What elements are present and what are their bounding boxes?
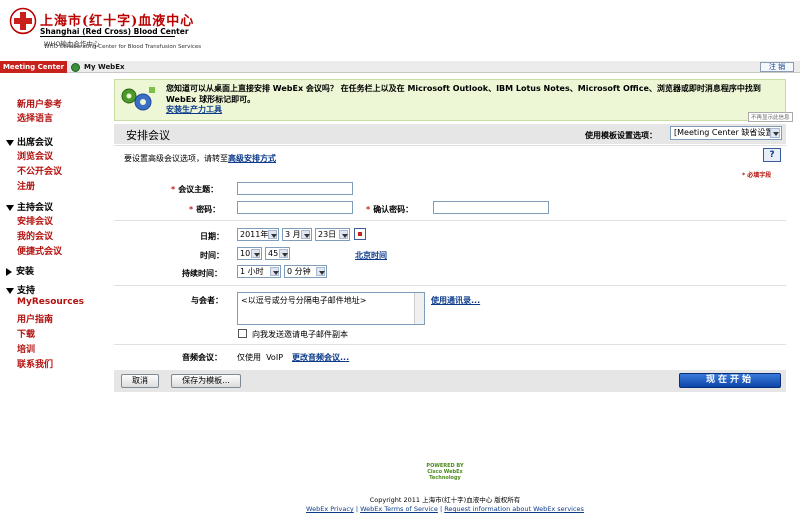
advanced-scheduler-text: 要设置高级会议选项，请转至高级安排方式: [124, 154, 276, 163]
time-label: 时间：: [200, 251, 224, 260]
sidebar-item-browse[interactable]: 浏览会议: [17, 149, 53, 162]
minute-select[interactable]: 45: [265, 247, 290, 260]
audio-label: 音频会议：: [182, 353, 222, 362]
timezone-link[interactable]: 北京时间: [355, 250, 387, 261]
divider: [114, 220, 786, 221]
tab-meeting-center[interactable]: Meeting Center: [0, 61, 67, 73]
duration-minutes-select[interactable]: 0 分钟: [284, 265, 327, 278]
sidebar-item-training[interactable]: 培训: [17, 342, 35, 355]
privacy-link[interactable]: WebEx Privacy: [306, 505, 354, 513]
calendar-icon[interactable]: [354, 228, 366, 240]
topic-input[interactable]: [237, 182, 353, 195]
expanded-triangle-icon: [6, 204, 14, 211]
duration-hours-select[interactable]: 1 小时: [237, 265, 281, 278]
sidebar-item-new-user[interactable]: 新用户参考: [17, 97, 62, 110]
advanced-scheduler-link[interactable]: 高级安排方式: [228, 154, 276, 163]
sidebar-item-one-click[interactable]: 便捷式会议: [17, 244, 62, 257]
sidebar-section-host[interactable]: 主持会议: [6, 200, 53, 213]
cancel-button[interactable]: 取消: [121, 374, 159, 388]
address-book-link[interactable]: 使用通讯录...: [431, 295, 480, 306]
save-template-button[interactable]: 保存为模板...: [171, 374, 241, 388]
sidebar-section-install[interactable]: 安装: [6, 264, 34, 277]
divider: [114, 344, 786, 345]
tab-my-webex-label: My WebEx: [84, 63, 125, 71]
month-select[interactable]: 3 月: [282, 228, 312, 241]
footer-links: WebEx Privacy | WebEx Terms of Service |…: [306, 505, 584, 513]
chevron-down-icon: [316, 267, 325, 276]
sidebar-item-user-guide[interactable]: 用户指南: [17, 312, 53, 325]
audio-value: 仅使用 VoIP: [237, 353, 284, 362]
sidebar-item-contact[interactable]: 联系我们: [17, 357, 53, 370]
red-cross-logo-icon: [9, 7, 37, 35]
textarea-scrollbar[interactable]: [414, 293, 424, 324]
chevron-down-icon: [268, 230, 277, 239]
who-subtitle-en: WHO Collaborating Center for Blood Trans…: [44, 44, 202, 50]
required-field-note: * 必填字段: [742, 172, 772, 179]
topic-label: * 会议主题：: [171, 185, 219, 194]
powered-by-webex-logo: POWERED BY Cisco WebEx Technology: [426, 463, 464, 481]
start-now-button[interactable]: 现在开始: [679, 373, 781, 388]
attendees-textarea[interactable]: <以逗号或分号分隔电子邮件地址>: [237, 292, 425, 325]
copyright-text: Copyright 2011 上海市(红十字)血液中心 版权所有: [369, 496, 521, 504]
chevron-down-icon: [339, 230, 348, 239]
password-input[interactable]: [237, 201, 353, 214]
expanded-triangle-icon: [6, 287, 14, 294]
copy-invite-checkbox[interactable]: [238, 329, 247, 338]
sidebar-item-language[interactable]: 选择语言: [17, 111, 53, 124]
page-title: 安排会议: [126, 129, 170, 142]
brand-title-en: Shanghai (Red Cross) Blood Center: [40, 27, 189, 36]
chevron-down-icon: [301, 230, 310, 239]
password-label: * 密码：: [189, 205, 221, 214]
divider: [114, 145, 786, 146]
install-tools-link[interactable]: 安装生产力工具: [166, 104, 222, 115]
template-select[interactable]: [Meeting Center 缺省设置]: [670, 126, 782, 140]
sidebar-item-schedule[interactable]: 安排会议: [17, 214, 53, 227]
help-button[interactable]: ?: [763, 148, 781, 162]
webex-globe-icon: [71, 62, 80, 72]
terms-link[interactable]: WebEx Terms of Service: [360, 505, 438, 513]
chevron-down-icon: [770, 128, 780, 138]
banner-dismiss-button[interactable]: 不再显示此信息: [748, 112, 793, 122]
sidebar-item-my-meetings[interactable]: 我的会议: [17, 229, 53, 242]
banner-message: 您知道可以从桌面上直接安排 WebEx 会议吗？ 在任务栏上以及在 Micros…: [166, 84, 761, 104]
sidebar-section-attend[interactable]: 出席会议: [6, 135, 53, 148]
sidebar-section-support[interactable]: 支持: [6, 283, 35, 296]
brand-divider: [40, 36, 175, 37]
year-select[interactable]: 2011年: [237, 228, 279, 241]
collapsed-triangle-icon: [6, 267, 12, 276]
productivity-tools-icon: [121, 87, 155, 111]
copy-invite-label: 向我发送邀请电子邮件副本: [252, 330, 348, 339]
duration-label: 持续时间：: [182, 269, 222, 278]
chevron-down-icon: [270, 267, 279, 276]
divider: [114, 285, 786, 286]
confirm-password-label: * 确认密码：: [366, 205, 414, 214]
confirm-password-input[interactable]: [433, 201, 549, 214]
tab-my-webex[interactable]: My WebEx: [71, 61, 125, 73]
hour-select[interactable]: 10: [237, 247, 262, 260]
attendees-label: 与会者：: [191, 296, 223, 305]
sidebar-item-downloads[interactable]: 下载: [17, 327, 35, 340]
template-label: 使用模板设置选项：: [585, 131, 657, 140]
sidebar-item-unlisted[interactable]: 不公开会议: [17, 164, 62, 177]
expanded-triangle-icon: [6, 139, 14, 146]
chevron-down-icon: [279, 249, 288, 258]
request-info-link[interactable]: Request information about WebEx services: [444, 505, 584, 513]
change-audio-link[interactable]: 更改音频会议...: [292, 352, 349, 363]
chevron-down-icon: [251, 249, 260, 258]
sidebar-item-myresources[interactable]: MyResources: [17, 297, 84, 307]
sidebar-item-register[interactable]: 注册: [17, 179, 35, 192]
logout-button[interactable]: 注 销: [760, 62, 794, 72]
day-select[interactable]: 23日: [315, 228, 350, 241]
date-label: 日期：: [200, 232, 224, 241]
